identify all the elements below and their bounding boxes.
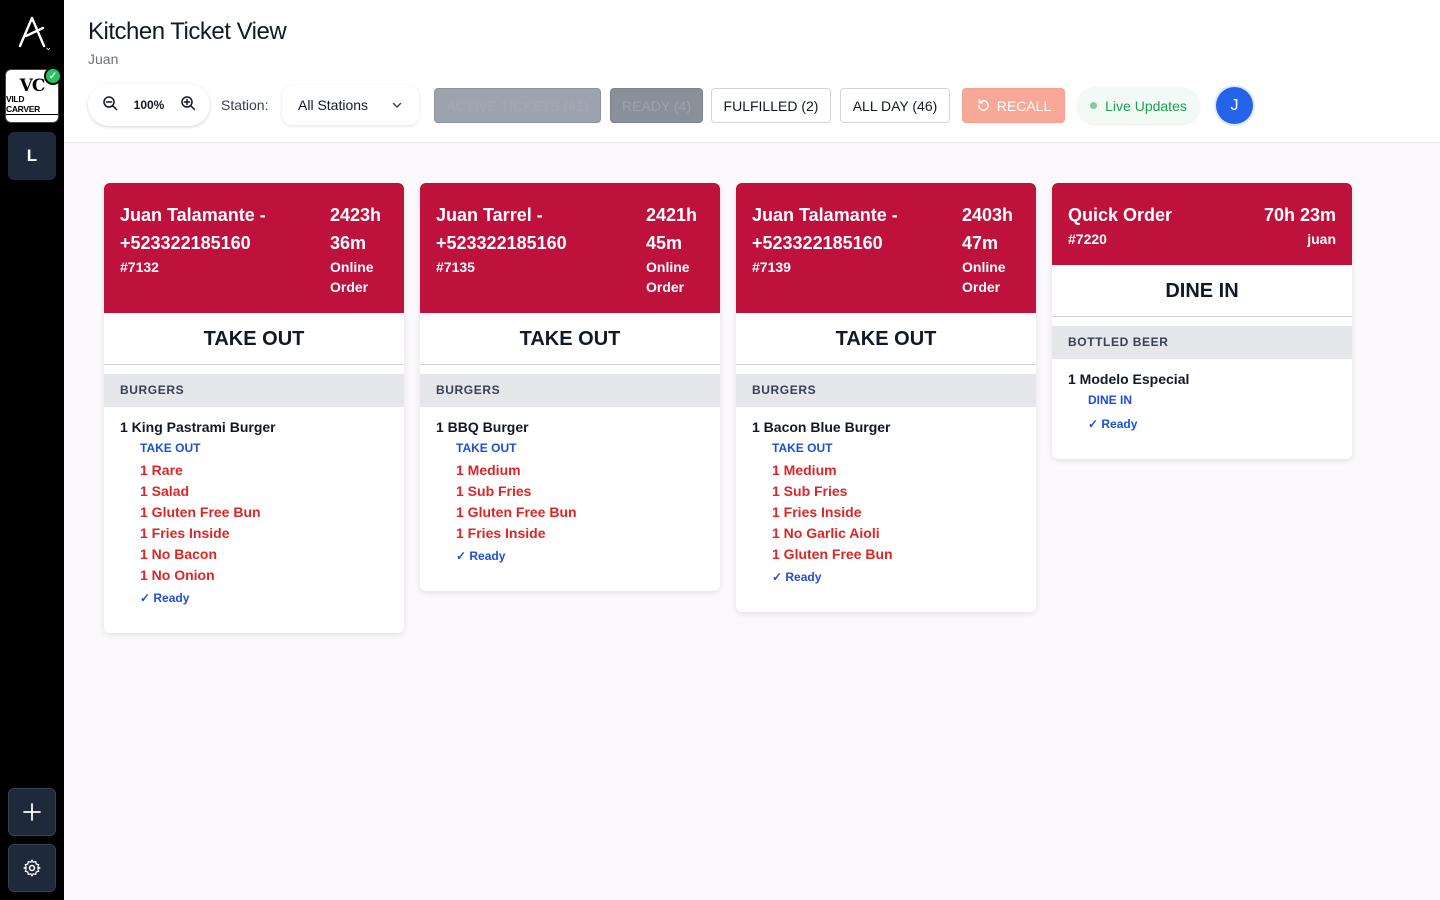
item-ready-status: ✓ Ready [772,570,822,584]
item-modifier: 1 Fries Inside [140,525,230,541]
avatar[interactable]: J [1216,87,1253,124]
ticket-number: #7220 [1068,231,1107,247]
add-button[interactable] [8,788,56,836]
ticket-card[interactable]: Juan Talamante - +523322185160 #7132 242… [104,183,404,633]
ticket-items: 1 Modelo Especial DINE IN ✓ Ready [1052,359,1352,459]
ticket-order-type: TAKE OUT [736,313,1036,365]
zoom-level: 100% [133,98,165,112]
zoom-in-button[interactable] [180,95,196,116]
all-day-button[interactable]: ALL DAY (46) [840,88,950,123]
fulfilled-button[interactable]: FULFILLED (2) [711,88,831,123]
ticket-header: Quick Order #7220 70h 23m juan [1052,183,1352,265]
ticket-number: #7139 [752,259,791,275]
item-order-mode: TAKE OUT [140,441,201,455]
page-header: Kitchen Ticket View Juan 100% Station: A… [64,0,1440,143]
ticket-header: Juan Talamante - +523322185160 #7132 242… [104,183,404,313]
item-ready-status: ✓ Ready [1088,417,1138,431]
ticket-category: BOTTLED BEER [1052,326,1352,359]
settings-button[interactable] [8,844,56,892]
ticket-number: #7135 [436,259,475,275]
ticket-items: 1 Bacon Blue Burger TAKE OUT 1 Medium 1 S… [736,407,1036,612]
ticket-source: Online Order [330,259,374,295]
ticket-item[interactable]: 1 Bacon Blue Burger [752,417,1020,437]
item-ready-status: ✓ Ready [456,549,506,563]
chevron-down-icon [392,102,402,108]
zoom-control: 100% [88,84,210,126]
recall-label: RECALL [996,97,1052,114]
ticket-card[interactable]: Juan Tarrel - +523322185160 #7135 2421h … [420,183,720,591]
live-updates-badge: Live Updates [1077,87,1200,124]
item-modifier: 1 No Garlic Aioli [772,525,880,541]
ticket-category: BURGERS [736,374,1036,407]
page-subtitle: Juan [88,51,119,67]
active-tickets-button[interactable]: ACTIVE TICKETS (41) [434,88,601,123]
ticket-order-type: DINE IN [1052,265,1352,317]
ticket-card[interactable]: Juan Talamante - +523322185160 #7139 240… [736,183,1036,612]
item-modifier: 1 No Bacon [140,546,218,562]
brand-mark: VC [19,75,46,96]
ticket-item[interactable]: 1 BBQ Burger [436,417,704,437]
plus-icon [23,803,41,821]
item-modifier: 1 Sub Fries [772,483,848,499]
ticket-customer-name: Quick Order [1068,205,1173,225]
item-modifier: 1 Gluten Free Bun [456,504,577,520]
zoom-out-icon [103,95,118,110]
zoom-in-icon [181,95,196,110]
zoom-out-button[interactable] [102,95,118,116]
ticket-customer-name: Juan Talamante - +523322185160 [752,205,898,253]
ticket-category: BURGERS [420,374,720,407]
ticket-customer-name: Juan Tarrel - +523322185160 [436,205,567,253]
ticket-order-type: TAKE OUT [104,313,404,365]
item-modifier: 1 Fries Inside [456,525,546,541]
ticket-customer-name: Juan Talamante - +523322185160 [120,205,266,253]
check-icon: ✓ [44,67,62,85]
item-modifier: 1 Medium [456,462,521,478]
live-updates-label: Live Updates [1105,97,1187,114]
ready-button[interactable]: READY (4) [610,88,703,123]
page-title: Kitchen Ticket View [88,18,287,45]
item-modifier: 1 Medium [772,462,837,478]
item-modifier: 1 Rare [140,462,183,478]
item-modifier: 1 Salad [140,483,190,499]
ticket-item[interactable]: 1 Modelo Especial [1068,369,1336,389]
ticket-order-type: TAKE OUT [420,313,720,365]
item-modifier: 1 No Onion [140,567,215,583]
ticket-elapsed-time: 70h 23m [1263,205,1336,225]
ticket-elapsed-time: 2423h 36m [330,205,382,253]
ticket-card[interactable]: Quick Order #7220 70h 23m juan DINE IN B… [1052,183,1352,459]
ticket-category: BURGERS [104,374,404,407]
ticket-header: Juan Tarrel - +523322185160 #7135 2421h … [420,183,720,313]
location-tile[interactable]: L [8,132,56,180]
live-dot-icon [1090,102,1098,109]
ticket-header: Juan Talamante - +523322185160 #7139 240… [736,183,1036,313]
item-modifier: 1 Gluten Free Bun [772,546,893,562]
item-modifier: 1 Sub Fries [456,483,532,499]
ticket-elapsed-time: 2421h 45m [646,205,698,253]
station-label: Station: [221,97,269,113]
brand-name: VILD CARVER [6,94,58,115]
item-modifier: 1 Gluten Free Bun [140,504,261,520]
ticket-items: 1 King Pastrami Burger TAKE OUT 1 Rare 1 … [104,407,404,633]
ticket-elapsed-time: 2403h 47m [962,205,1014,253]
item-ready-status: ✓ Ready [140,591,190,605]
gear-icon [23,859,41,877]
refresh-icon [977,98,989,111]
recall-button[interactable]: RECALL [962,88,1065,123]
chevron-down-icon: ⌄ [44,42,52,52]
station-select-value: All Stations [298,97,369,113]
item-order-mode: TAKE OUT [456,441,517,455]
sidebar: ⌄ VC VILD CARVER ✓ L [0,0,64,900]
item-order-mode: DINE IN [1088,393,1133,407]
app-logo[interactable]: ⌄ [12,12,52,52]
ticket-number: #7132 [120,259,159,275]
ticket-source: Online Order [646,259,690,295]
app-logo-icon [18,16,46,48]
ticket-item[interactable]: 1 King Pastrami Burger [120,417,388,437]
item-modifier: 1 Fries Inside [772,504,862,520]
ticket-source: Online Order [962,259,1006,295]
item-order-mode: TAKE OUT [772,441,833,455]
ticket-source: juan [1307,231,1336,247]
ticket-items: 1 BBQ Burger TAKE OUT 1 Medium 1 Sub Frie… [420,407,720,591]
station-select[interactable]: All Stations [282,85,419,125]
